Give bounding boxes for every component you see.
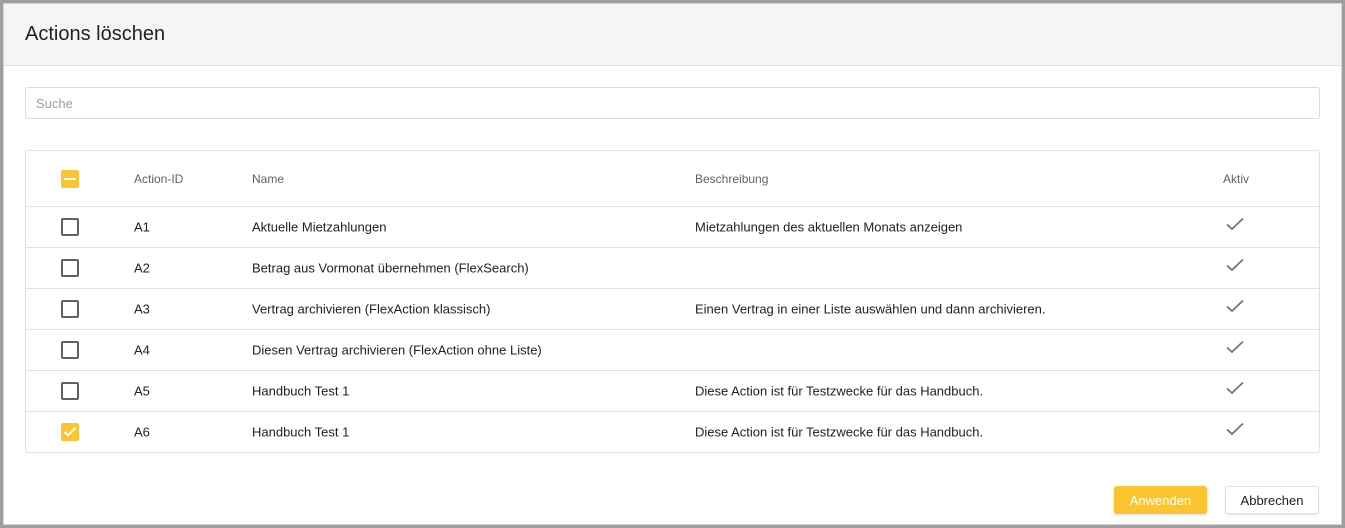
row-checkbox[interactable] — [61, 300, 79, 318]
unchecked-checkbox-icon — [61, 382, 79, 400]
action-name-cell: Handbuch Test 1 — [252, 424, 350, 440]
row-checkbox[interactable] — [61, 218, 79, 236]
action-id-cell: A5 — [134, 383, 150, 399]
table-row[interactable]: A3 Vertrag archivieren (FlexAction klassi… — [26, 289, 1319, 330]
table-row[interactable]: A2 Betrag aus Vormonat übernehmen (FlexSe… — [26, 248, 1319, 289]
action-description-cell: Diese Action ist für Testzwecke für das … — [695, 424, 984, 440]
active-check-icon — [1225, 422, 1245, 436]
row-checkbox[interactable] — [61, 259, 79, 277]
action-id-cell: A1 — [134, 219, 150, 235]
action-id-cell: A6 — [134, 424, 150, 440]
unchecked-checkbox-icon — [61, 218, 79, 236]
table-row[interactable]: A4 Diesen Vertrag archivieren (FlexAction… — [26, 330, 1319, 371]
unchecked-checkbox-icon — [61, 259, 79, 277]
action-description-cell: Mietzahlungen des aktuellen Monats anzei… — [695, 219, 963, 235]
action-description-cell: Diese Action ist für Testzwecke für das … — [695, 383, 984, 399]
cancel-button[interactable]: Abbrechen — [1225, 486, 1319, 514]
active-check-icon — [1225, 381, 1245, 395]
active-check-icon — [1225, 258, 1245, 272]
dialog-header: Actions löschen — [4, 4, 1341, 66]
action-name-cell: Diesen Vertrag archivieren (FlexAction o… — [252, 342, 542, 358]
row-checkbox[interactable] — [61, 341, 79, 359]
action-name-cell: Vertrag archivieren (FlexAction klassisc… — [252, 301, 491, 317]
active-check-icon — [1225, 340, 1245, 354]
column-header-description[interactable]: Beschreibung — [695, 172, 768, 186]
action-name-cell: Aktuelle Mietzahlungen — [252, 219, 387, 235]
column-header-action-id[interactable]: Action-ID — [134, 172, 183, 186]
table-row[interactable]: A1 Aktuelle Mietzahlungen Mietzahlungen de… — [26, 207, 1319, 248]
delete-actions-dialog: Actions löschen Action-ID Name Beschreib… — [3, 3, 1342, 525]
table-header-row: Action-ID Name Beschreibung Aktiv — [26, 151, 1319, 207]
action-id-cell: A3 — [134, 301, 150, 317]
unchecked-checkbox-icon — [61, 300, 79, 318]
column-header-name[interactable]: Name — [252, 172, 284, 186]
row-checkbox[interactable] — [61, 423, 79, 441]
active-check-icon — [1225, 299, 1245, 313]
dialog-title: Actions löschen — [25, 23, 166, 45]
row-checkbox[interactable] — [61, 382, 79, 400]
active-check-icon — [1225, 217, 1245, 231]
indeterminate-checkbox-icon — [61, 169, 79, 188]
action-id-cell: A4 — [134, 342, 150, 358]
search-input[interactable] — [26, 88, 1319, 118]
table-row[interactable]: A6 Handbuch Test 1 Diese Action ist für Te… — [26, 412, 1319, 453]
action-id-cell: A2 — [134, 260, 150, 276]
table-row[interactable]: A5 Handbuch Test 1 Diese Action ist für Te… — [26, 371, 1319, 412]
select-all-checkbox[interactable] — [61, 169, 79, 188]
checked-checkbox-icon — [61, 423, 79, 441]
column-header-active[interactable]: Aktiv — [1223, 172, 1249, 186]
action-name-cell: Handbuch Test 1 — [252, 383, 350, 399]
apply-button[interactable]: Anwenden — [1114, 486, 1207, 514]
unchecked-checkbox-icon — [61, 341, 79, 359]
actions-table: Action-ID Name Beschreibung Aktiv A1 Aktu… — [25, 150, 1320, 453]
table-body: A1 Aktuelle Mietzahlungen Mietzahlungen de… — [26, 207, 1319, 453]
action-description-cell: Einen Vertrag in einer Liste auswählen u… — [695, 301, 1046, 317]
search-field[interactable] — [25, 87, 1320, 119]
action-name-cell: Betrag aus Vormonat übernehmen (FlexSear… — [252, 260, 529, 276]
dialog-actions: Anwenden Abbrechen — [1114, 486, 1319, 514]
